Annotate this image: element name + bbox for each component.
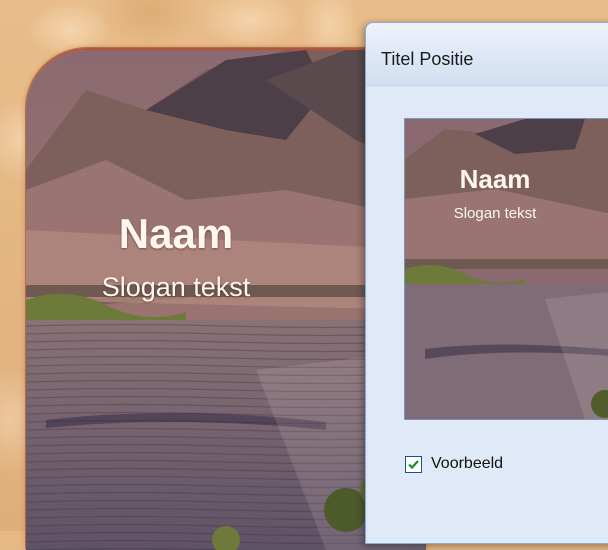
preview-image[interactable]: Naam Slogan tekst	[404, 118, 608, 420]
preview-name: Naam	[459, 164, 531, 194]
preview-checkbox-label: Voorbeeld	[431, 455, 504, 472]
checkmark-icon	[408, 459, 419, 469]
title-position-dialog: Titel Positie Naam Slogan tekst Voorbeel…	[365, 22, 608, 544]
preview-slogan: Slogan tekst	[453, 205, 537, 222]
dialog-title: Titel Positie	[381, 49, 474, 69]
site-slogan: Slogan tekst	[101, 272, 251, 302]
preview-checkbox[interactable]	[405, 455, 422, 473]
preview-checkbox-row[interactable]: Voorbeeld	[405, 455, 503, 473]
site-name: Naam	[118, 210, 234, 257]
